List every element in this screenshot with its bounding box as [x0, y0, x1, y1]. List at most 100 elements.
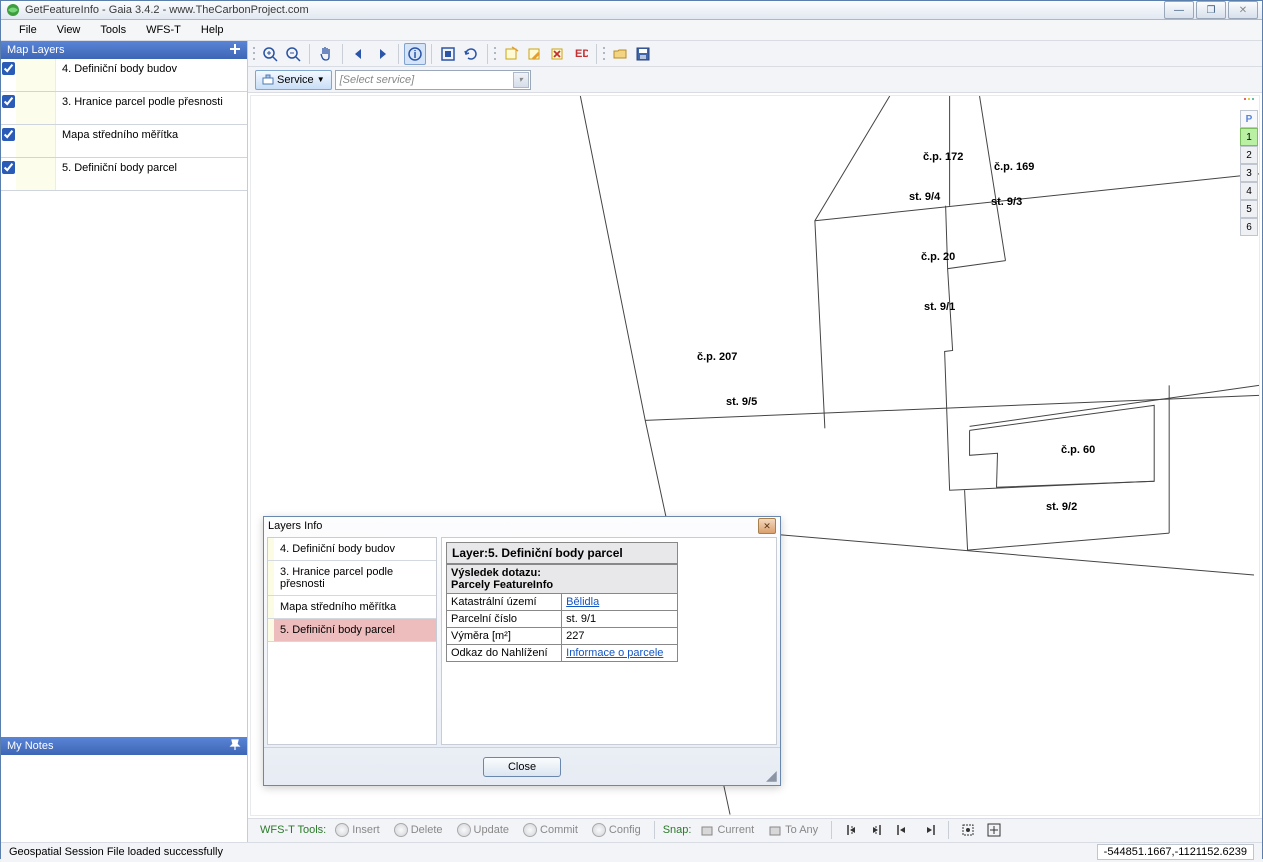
map-label: č.p. 169	[994, 161, 1034, 173]
map-label: č.p. 60	[1061, 444, 1095, 456]
info-link[interactable]: Bělidla	[566, 596, 599, 608]
snap-toggle-left-icon[interactable]	[840, 820, 862, 840]
map-label: č.p. 207	[697, 351, 737, 363]
snap-current-button[interactable]: Current	[695, 823, 759, 837]
snap-toggle-right-icon[interactable]	[866, 820, 888, 840]
dialog-titlebar[interactable]: Layers Info ✕	[264, 517, 780, 535]
menu-help[interactable]: Help	[191, 20, 234, 40]
layer-name: 3. Hranice parcel podle přesnosti	[56, 92, 247, 112]
delete-note-icon[interactable]	[546, 43, 568, 65]
pan-icon[interactable]	[315, 43, 337, 65]
menu-tools[interactable]: Tools	[90, 20, 136, 40]
right-nav: P 1 2 3 4 5 6	[1240, 98, 1258, 236]
service-select-placeholder: [Select service]	[340, 74, 415, 86]
menubar: File View Tools WFS-T Help	[1, 20, 1262, 41]
menu-view[interactable]: View	[47, 20, 91, 40]
snap-inward-icon[interactable]	[892, 820, 914, 840]
extent-icon[interactable]	[437, 43, 459, 65]
service-select[interactable]: [Select service] ▾	[335, 70, 531, 90]
sidebar: Map Layers 4. Definiční body budov 3.	[1, 41, 248, 842]
snap-outward-icon[interactable]	[918, 820, 940, 840]
resize-grip-icon[interactable]: ◢	[766, 771, 778, 783]
wfst-update-button[interactable]: Update	[452, 823, 514, 837]
window-title: GetFeatureInfo - Gaia 3.4.2 - www.TheCar…	[25, 4, 1164, 16]
add-layer-button[interactable]	[227, 42, 243, 56]
dialog-result-panel: Layer:5. Definiční body parcel Výsledek …	[441, 537, 777, 745]
layer-checkbox[interactable]	[1, 92, 16, 111]
table-row: Parcelní číslost. 9/1	[447, 611, 678, 628]
dialog-footer: Close ◢	[264, 747, 780, 785]
settings-icon[interactable]	[957, 820, 979, 840]
toolbar-grip[interactable]	[493, 44, 499, 64]
right-nav-item[interactable]: 3	[1240, 164, 1258, 182]
status-coordinates: -544851.1667,-1121152.6239	[1097, 844, 1254, 860]
info-link[interactable]: Informace o parcele	[566, 647, 663, 659]
my-notes-pin-icon[interactable]	[227, 738, 243, 752]
map-label: st. 9/2	[1046, 501, 1077, 513]
toolbar-grip[interactable]	[602, 44, 608, 64]
save-icon[interactable]	[632, 43, 654, 65]
layers-list: 4. Definiční body budov 3. Hranice parce…	[1, 59, 247, 737]
edit-note-icon[interactable]	[523, 43, 545, 65]
dialog-layer-item[interactable]: 5. Definiční body parcel	[268, 619, 436, 642]
snap-toany-button[interactable]: To Any	[763, 823, 823, 837]
refresh-icon[interactable]	[460, 43, 482, 65]
service-button[interactable]: Service ▼	[255, 70, 332, 90]
zoom-out-icon[interactable]	[282, 43, 304, 65]
layer-row[interactable]: 5. Definiční body parcel	[1, 158, 247, 191]
right-nav-item[interactable]: 6	[1240, 218, 1258, 236]
chevron-down-icon: ▾	[513, 72, 529, 88]
service-bar: Service ▼ [Select service] ▾	[248, 67, 1262, 93]
right-nav-dots	[1240, 98, 1258, 110]
map-layers-title: Map Layers	[7, 44, 64, 56]
wfst-tools-label: WFS-T Tools:	[260, 824, 326, 836]
dialog-title: Layers Info	[268, 520, 758, 532]
wfst-config-button[interactable]: Config	[587, 823, 646, 837]
identify-icon[interactable]: i	[404, 43, 426, 65]
forward-icon[interactable]	[371, 43, 393, 65]
right-nav-item[interactable]: 1	[1240, 128, 1258, 146]
wfst-delete-button[interactable]: Delete	[389, 823, 448, 837]
wfst-commit-button[interactable]: Commit	[518, 823, 583, 837]
zoom-in-icon[interactable]	[259, 43, 281, 65]
map-label: st. 9/5	[726, 396, 757, 408]
layer-row[interactable]: 3. Hranice parcel podle přesnosti	[1, 92, 247, 125]
my-notes-title: My Notes	[7, 740, 53, 752]
maximize-button[interactable]: ❐	[1196, 1, 1226, 19]
map-label: st. 9/3	[991, 196, 1022, 208]
open-icon[interactable]	[609, 43, 631, 65]
svg-text:i: i	[413, 49, 416, 61]
right-nav-item[interactable]: 2	[1240, 146, 1258, 164]
layer-checkbox[interactable]	[1, 125, 16, 144]
minimize-button[interactable]: —	[1164, 1, 1194, 19]
dialog-layer-item[interactable]: Mapa středního měřítka	[268, 596, 436, 619]
dialog-layer-list: 4. Definiční body budov 3. Hranice parce…	[267, 537, 437, 745]
layer-legend-icon	[16, 59, 56, 91]
layer-checkbox[interactable]	[1, 158, 16, 177]
bottom-toolbar: WFS-T Tools: Insert Delete Update Commit…	[248, 818, 1262, 842]
layer-row[interactable]: Mapa středního měřítka	[1, 125, 247, 158]
right-nav-item[interactable]: 5	[1240, 200, 1258, 218]
dialog-layer-item[interactable]: 3. Hranice parcel podle přesnosti	[268, 561, 436, 596]
new-note-icon[interactable]	[500, 43, 522, 65]
layer-row[interactable]: 4. Definiční body budov	[1, 59, 247, 92]
layer-name: 5. Definiční body parcel	[56, 158, 247, 178]
right-nav-item[interactable]: 4	[1240, 182, 1258, 200]
map-label: č.p. 172	[923, 151, 963, 163]
svg-text:EDIT: EDIT	[575, 48, 588, 60]
layer-name: 4. Definiční body budov	[56, 59, 247, 79]
layer-checkbox[interactable]	[1, 59, 16, 78]
edit-text-icon[interactable]: EDIT	[569, 43, 591, 65]
menu-file[interactable]: File	[9, 20, 47, 40]
menu-wfst[interactable]: WFS-T	[136, 20, 191, 40]
close-button[interactable]: ✕	[1228, 1, 1258, 19]
back-icon[interactable]	[348, 43, 370, 65]
toolbar-grip[interactable]	[252, 44, 258, 64]
fullscreen-icon[interactable]	[983, 820, 1005, 840]
wfst-insert-button[interactable]: Insert	[330, 823, 385, 837]
dialog-close-icon[interactable]: ✕	[758, 518, 776, 534]
chevron-down-icon: ▼	[317, 75, 325, 84]
layer-legend-icon	[16, 92, 56, 124]
dialog-close-button[interactable]: Close	[483, 757, 561, 777]
dialog-layer-item[interactable]: 4. Definiční body budov	[268, 538, 436, 561]
